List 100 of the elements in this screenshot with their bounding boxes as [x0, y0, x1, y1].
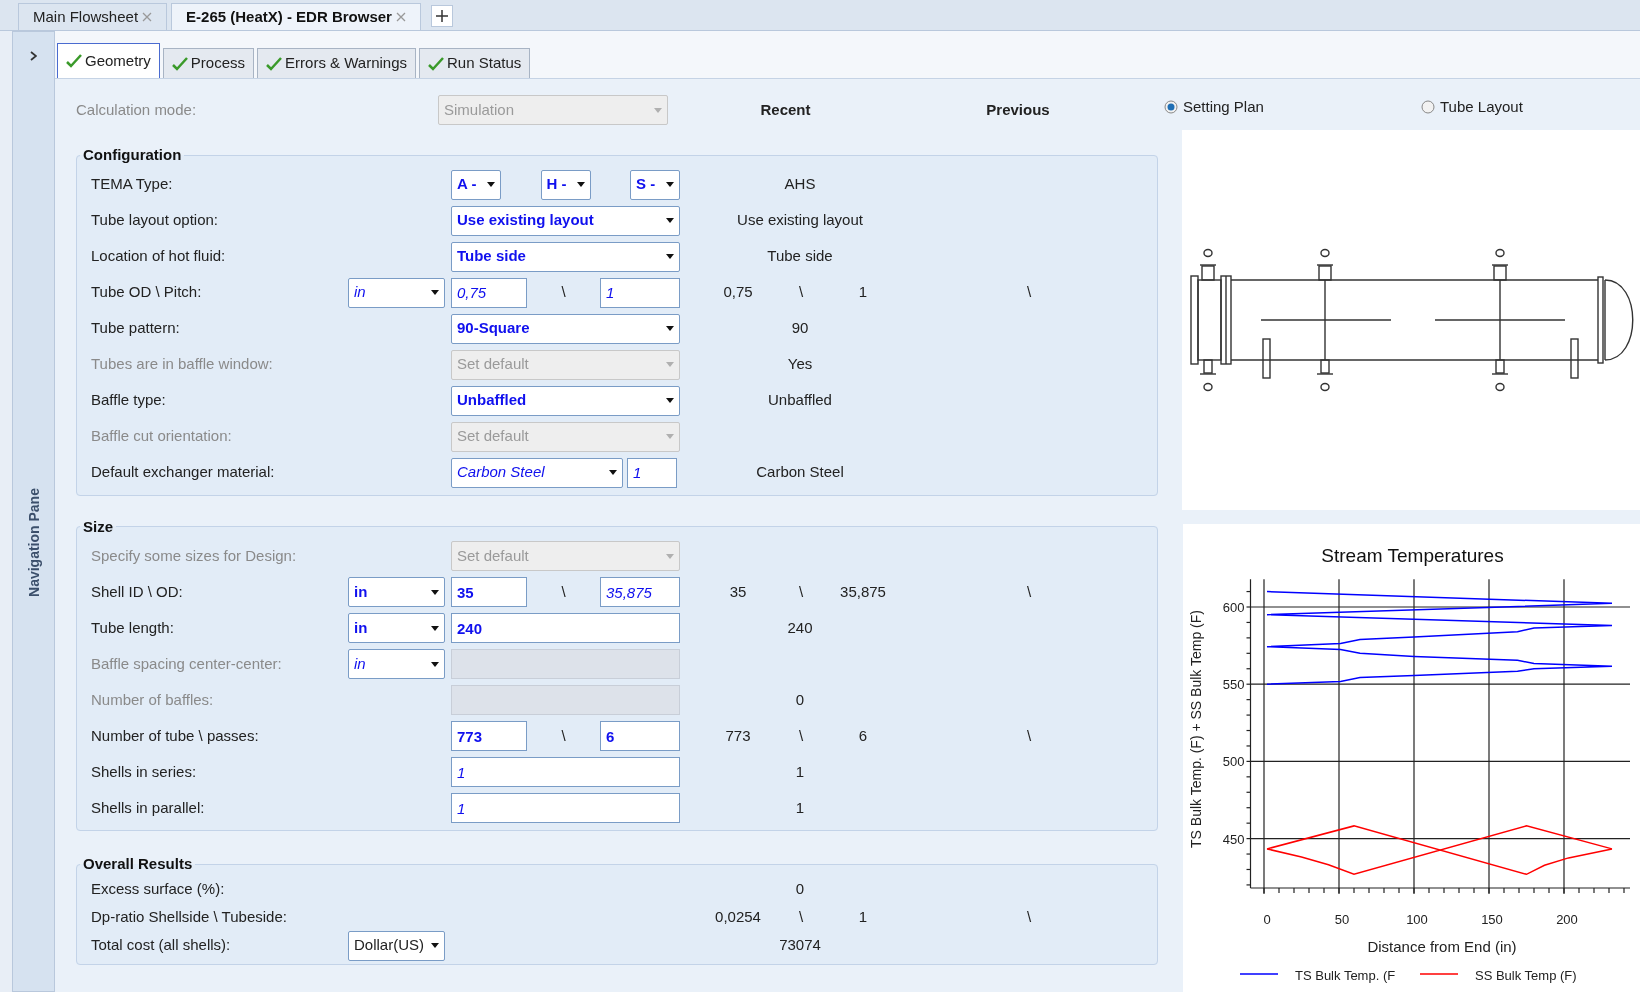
recent-value: Carbon Steel: [756, 462, 844, 483]
caret-icon: [431, 625, 439, 631]
dropdown[interactable]: Carbon Steel: [451, 457, 623, 488]
dropdown[interactable]: H -: [540, 169, 591, 200]
dropdown[interactable]: in: [348, 277, 445, 308]
field-label: Number of baffles:: [91, 689, 215, 710]
dropdown[interactable]: in: [348, 613, 445, 643]
tab[interactable]: Process: [162, 48, 255, 78]
separator-text: \: [560, 282, 567, 303]
field-label: Shell ID \ OD:: [91, 581, 184, 602]
caret-icon: [654, 107, 662, 113]
field-label: Tube OD \ Pitch:: [91, 282, 203, 303]
dropdown[interactable]: in: [348, 577, 445, 607]
input-field[interactable]: 0,75: [451, 277, 527, 308]
group-title: Overall Results: [82, 854, 194, 874]
recent-value: 240: [787, 617, 813, 638]
chart-title: Stream Temperatures: [1321, 545, 1504, 566]
caret-icon: [666, 218, 674, 223]
separator-text: \: [560, 581, 567, 602]
caret-icon: [609, 470, 617, 475]
dropdown[interactable]: 90-Square: [451, 313, 680, 344]
recent-value: Tube side: [767, 246, 833, 267]
input-field[interactable]: 1: [451, 793, 680, 823]
field-label: Dp-ratio Shellside \ Tubeside:: [91, 907, 288, 928]
recent-value: 1: [857, 282, 869, 303]
input-field[interactable]: 1: [451, 757, 680, 787]
dropdown[interactable]: Dollar(US): [348, 930, 445, 961]
y-tick-label: 450: [1222, 831, 1245, 847]
separator-text: \: [797, 907, 805, 928]
field-label: Tubes are in baffle window:: [91, 354, 274, 375]
recent-value: 1: [795, 797, 805, 818]
tab[interactable]: Geometry: [57, 43, 160, 78]
caret-icon: [666, 553, 674, 559]
checkmark-icon: [171, 56, 188, 71]
checkmark-icon: [266, 56, 283, 71]
x-tick-label: 200: [1556, 912, 1578, 927]
document-tab[interactable]: E-265 (HeatX) - EDR Browser: [171, 3, 421, 30]
x-tick-label: 100: [1406, 912, 1428, 927]
separator-text: \: [1026, 907, 1032, 928]
recent-value: 0,75: [722, 282, 754, 303]
input-field[interactable]: 773: [451, 721, 527, 751]
field-label: Total cost (all shells):: [91, 935, 232, 956]
dropdown[interactable]: Use existing layout: [451, 205, 680, 236]
recent-value: 90: [791, 318, 809, 339]
field-label: Baffle spacing center-center:: [91, 653, 283, 674]
caret-icon: [666, 362, 674, 367]
caret-icon: [666, 326, 674, 331]
new-tab-button[interactable]: [430, 5, 453, 27]
chevron-right-icon: [30, 51, 37, 61]
y-tick-label: 500: [1222, 754, 1245, 770]
close-icon: [395, 12, 406, 22]
separator-text: \: [797, 282, 805, 303]
radio-option[interactable]: Tube Layout: [1421, 95, 1523, 119]
document-tab[interactable]: Main Flowsheet: [18, 3, 168, 30]
close-icon: [142, 12, 153, 22]
column-header: Previous: [986, 99, 1050, 120]
recent-value: 0: [795, 689, 805, 710]
field-label: Default exchanger material:: [91, 462, 276, 483]
recent-value: 6: [857, 725, 869, 746]
separator-text: \: [797, 725, 805, 746]
caret-icon: [666, 434, 674, 439]
legend-label: TS Bulk Temp. (F: [1295, 968, 1396, 983]
caret-icon: [666, 254, 674, 259]
separator-text: \: [1026, 725, 1032, 746]
caret-icon: [431, 589, 439, 595]
column-header: Recent: [760, 99, 811, 120]
dropdown[interactable]: Unbaffled: [451, 385, 680, 416]
field-label: Location of hot fluid:: [91, 246, 227, 267]
recent-value: 1: [857, 907, 869, 928]
dropdown[interactable]: Tube side: [451, 241, 680, 272]
field-label: Baffle cut orientation:: [91, 426, 233, 447]
field-label: Tube layout option:: [91, 210, 220, 231]
input-field[interactable]: 35,875: [600, 577, 680, 607]
field-label: Tube length:: [91, 617, 175, 638]
recent-value: AHS: [784, 174, 816, 195]
input-field[interactable]: 6: [600, 721, 680, 751]
x-tick-label: 150: [1481, 912, 1503, 927]
recent-value: 0,0254: [714, 907, 762, 928]
dropdown[interactable]: A -: [451, 169, 501, 200]
tab[interactable]: Run Status: [419, 48, 531, 78]
field-label: Baffle type:: [91, 390, 167, 411]
y-tick-label: 600: [1222, 600, 1245, 615]
input-field[interactable]: 240: [451, 613, 680, 643]
dropdown[interactable]: S -: [630, 169, 680, 200]
input-field[interactable]: 35: [451, 577, 527, 607]
separator-text: \: [1026, 282, 1032, 303]
input-field[interactable]: 1: [627, 457, 677, 488]
separator-text: \: [560, 725, 567, 746]
field-label: Tube pattern:: [91, 318, 181, 339]
radio-option[interactable]: Setting Plan: [1164, 95, 1421, 119]
group-title: Size: [82, 516, 114, 537]
field-label: Excess surface (%):: [91, 879, 226, 900]
y-tick-label: 550: [1222, 677, 1245, 693]
tab[interactable]: Errors & Warnings: [257, 48, 417, 78]
field-label: Calculation mode:: [76, 99, 198, 120]
field-label: Number of tube \ passes:: [91, 725, 260, 746]
input-field[interactable]: 1: [600, 277, 680, 308]
caret-icon: [431, 661, 439, 667]
field-label: TEMA Type:: [91, 174, 174, 195]
checkmark-icon: [428, 56, 445, 71]
